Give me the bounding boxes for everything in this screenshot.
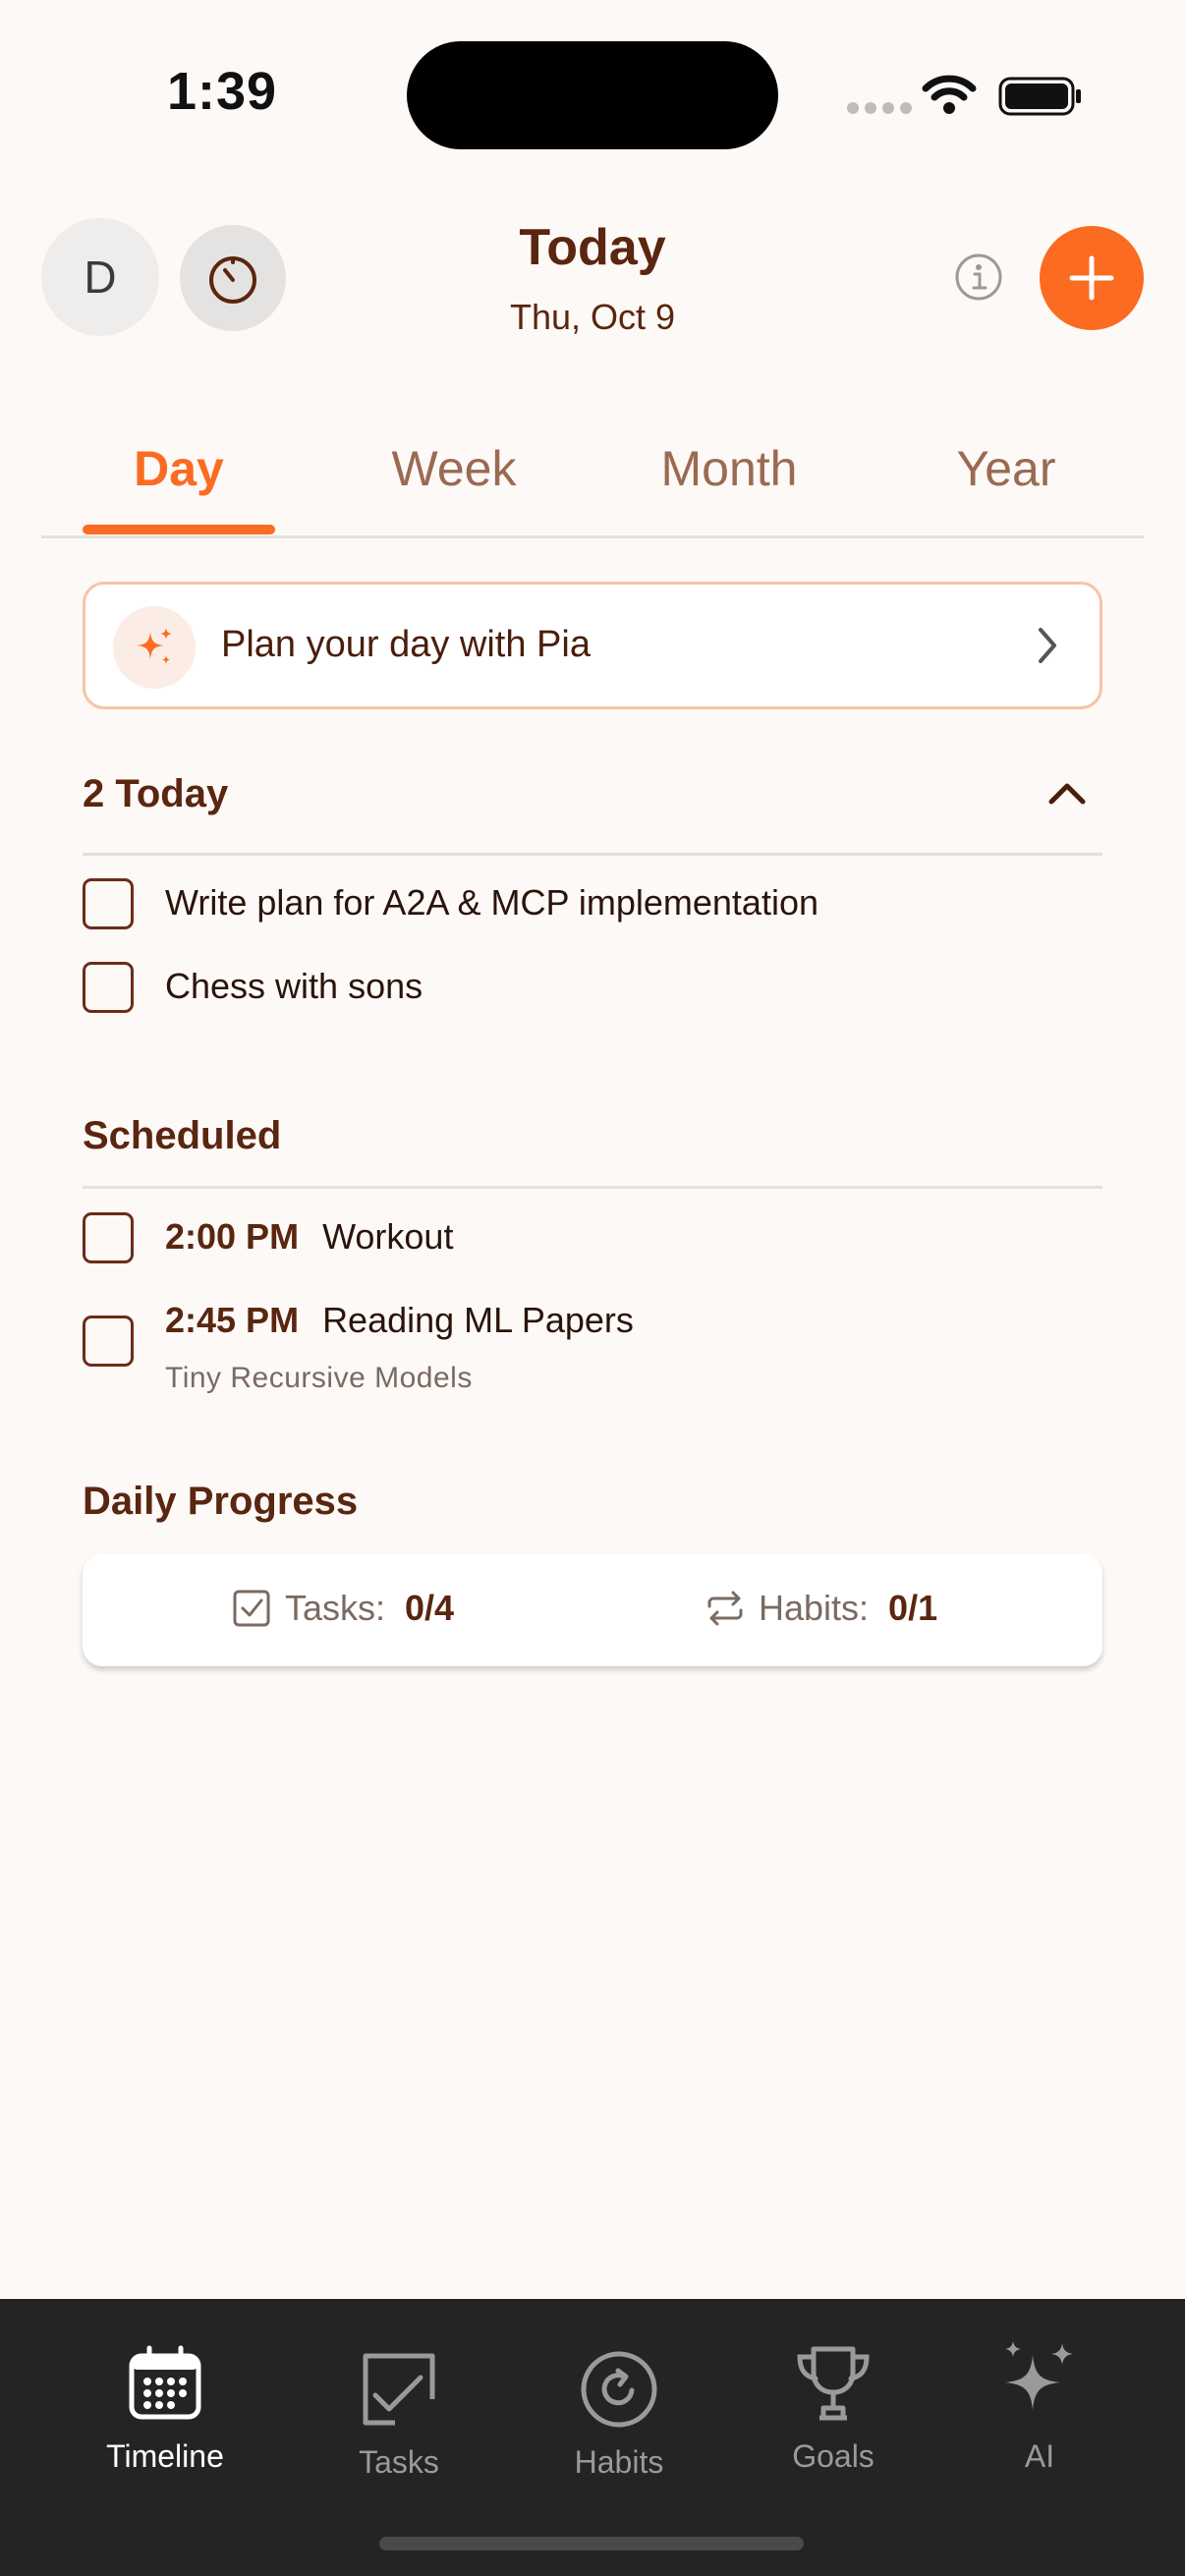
habits-progress-value: 0/1 [888,1588,938,1628]
nav-label: Timeline [106,2438,224,2474]
nav-label: Goals [792,2438,875,2474]
nav-item-goals[interactable]: Goals [735,2338,931,2475]
page-date: Thu, Oct 9 [509,297,676,337]
chevron-right-icon [1039,628,1056,663]
view-tabs: Day Week Month Year [41,430,1144,538]
list-item: Write plan for A2A & MCP implementation [83,874,1102,933]
divider [83,1186,1102,1189]
app-screen: 1:39 D Today Thu, Oct 9 Day Week Month Y… [0,0,1185,2576]
info-icon[interactable] [953,252,1004,303]
list-item: 2:00 PM Workout [83,1208,1102,1267]
status-time: 1:39 [167,62,278,121]
repeat-icon [707,1591,743,1626]
calendar-icon [129,2345,201,2420]
bottom-nav: Timeline Tasks Habits Goals AI [0,2299,1185,2576]
plan-with-pia-button[interactable]: Plan your day with Pia [83,582,1102,709]
daily-progress-heading: Daily Progress [83,1480,359,1523]
dynamic-island [407,41,778,149]
nav-item-timeline[interactable]: Timeline [67,2338,263,2475]
tab-year[interactable]: Year [888,440,1124,497]
nav-label: AI [1024,2438,1055,2474]
scheduled-task[interactable]: 2:00 PM Workout [165,1216,453,1258]
task-subtitle: Tiny Recursive Models [165,1362,473,1394]
divider [83,853,1102,856]
task-title: Reading ML Papers [322,1300,634,1340]
task-title[interactable]: Chess with sons [165,966,423,1007]
list-item: 2:45 PM Reading ML Papers [83,1292,1102,1367]
sparkles-icon [1005,2341,1073,2410]
task-title[interactable]: Write plan for A2A & MCP implementation [165,882,818,924]
chevron-up-icon[interactable] [1045,778,1089,808]
task-time: 2:00 PM [165,1216,300,1257]
home-indicator[interactable] [379,2537,804,2550]
habit-refresh-icon [581,2351,657,2428]
habits-progress-label: Habits: [759,1588,870,1628]
tasks-progress-value: 0/4 [405,1588,455,1628]
nav-label: Tasks [359,2444,439,2480]
tab-month[interactable]: Month [611,440,847,497]
pia-label: Plan your day with Pia [221,624,591,665]
task-time: 2:45 PM [165,1300,300,1340]
task-checkbox[interactable] [83,878,134,929]
scheduled-heading: Scheduled [83,1114,282,1157]
nav-label: Habits [574,2444,664,2480]
trophy-icon [797,2346,870,2421]
cellular-signal-icon [847,102,912,114]
tasks-progress: Tasks: 0/4 [232,1588,454,1629]
pia-sparkle-badge [113,606,196,689]
plus-icon [1069,255,1114,301]
today-heading: 2 Today [83,772,229,815]
scheduled-task[interactable]: 2:45 PM Reading ML Papers [165,1300,634,1341]
nav-item-ai[interactable]: AI [941,2338,1138,2475]
battery-icon [998,77,1081,116]
task-title: Workout [322,1216,454,1257]
nav-item-tasks[interactable]: Tasks [301,2344,497,2481]
daily-progress-card: Tasks: 0/4 Habits: 0/1 [83,1554,1102,1666]
sparkles-icon [137,628,172,664]
tab-week[interactable]: Week [336,440,572,497]
wifi-icon [922,75,977,114]
nav-item-habits[interactable]: Habits [521,2344,717,2481]
page-title: Today [519,219,666,276]
tasks-progress-label: Tasks: [285,1588,386,1628]
task-checkbox[interactable] [83,1212,134,1263]
add-button[interactable] [1040,226,1144,330]
list-item: Chess with sons [83,958,1102,1017]
tab-day[interactable]: Day [61,440,297,497]
task-checkbox[interactable] [83,962,134,1013]
task-checkbox[interactable] [83,1316,134,1367]
task-check-icon [363,2353,435,2426]
habits-progress: Habits: 0/1 [704,1588,937,1629]
tab-indicator [83,525,275,534]
checkbox-checked-icon [233,1590,270,1627]
